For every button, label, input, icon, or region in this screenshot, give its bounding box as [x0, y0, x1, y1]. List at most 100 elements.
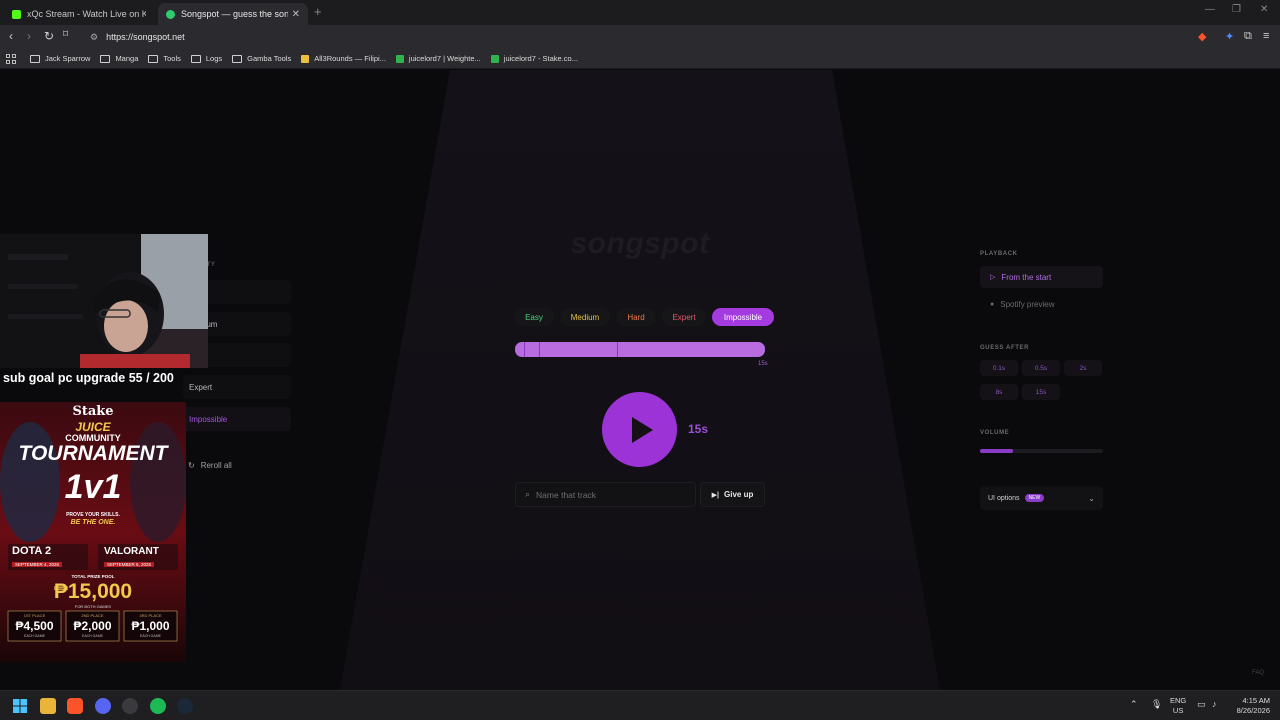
brave-browser-icon[interactable]: [67, 698, 83, 714]
address-bar-row: ‹ › ↻ ⌑ ⚙ https://songspot.net ◆ ✦ ⧉ ≡: [0, 25, 1280, 49]
leo-ai-icon[interactable]: ✦: [1225, 30, 1234, 43]
track-search-input[interactable]: ⌕ Name that track: [515, 482, 696, 507]
bookmark-label: Jack Sparrow: [45, 54, 91, 63]
volume-slider[interactable]: [980, 449, 1103, 453]
steam-icon[interactable]: [177, 698, 193, 714]
forward-icon[interactable]: ›: [27, 29, 31, 43]
snippet-progress-bar[interactable]: [515, 342, 765, 357]
chevron-up-icon[interactable]: ⌃: [1130, 699, 1138, 709]
file-explorer-icon[interactable]: [40, 698, 56, 714]
folder-icon: [100, 54, 111, 63]
folder-icon: [232, 54, 243, 63]
guess-after-option[interactable]: 2s: [1064, 360, 1102, 376]
guess-after-option[interactable]: 15s: [1022, 384, 1060, 400]
spotify-app-icon[interactable]: [150, 698, 166, 714]
prize-sub: EACH GAME: [139, 634, 161, 638]
reroll-icon: ↻: [188, 461, 195, 470]
bookmark-label: Tools: [163, 54, 181, 63]
bookmark-label: Manga: [115, 54, 139, 63]
bookmark-label: juicelord7 - Stake.co...: [503, 54, 578, 63]
playback-heading: PLAYBACK: [980, 251, 1018, 257]
clock[interactable]: 4:15 AM 8/26/2026: [1232, 696, 1270, 716]
difficulty-impossible[interactable]: Impossible: [712, 308, 774, 326]
promo-tagline2: BE THE ONE.: [70, 519, 116, 526]
close-window-icon[interactable]: ✕: [1260, 4, 1268, 15]
prize-place: 2ND PLACE: [81, 613, 104, 618]
bookmark-folder[interactable]: Logs: [190, 54, 223, 63]
bookmark-icon[interactable]: ⌑: [63, 29, 68, 40]
guess-after-option[interactable]: 8s: [980, 384, 1018, 400]
bookmark-link[interactable]: juicelord7 - Stake.co...: [490, 54, 578, 63]
search-icon: ⌕: [525, 489, 531, 499]
volume-fill: [980, 449, 1014, 453]
promo-date1: SEPTEMBER 4, 2026: [12, 562, 63, 567]
microphone-icon[interactable]: 🎙︎: [1151, 699, 1162, 709]
bookmark-folder[interactable]: Tools: [148, 54, 181, 63]
site-icon: [301, 54, 310, 63]
playback-from-start[interactable]: ▷ From the start: [980, 266, 1103, 288]
clock-date: 8/26/2026: [1236, 706, 1270, 715]
promo-game1: DOTA 2: [12, 545, 52, 557]
site-info-icon[interactable]: ⚙: [90, 32, 98, 43]
left-difficulty-impossible[interactable]: Impossible: [183, 407, 291, 431]
back-icon[interactable]: ‹: [9, 29, 13, 43]
bookmark-link[interactable]: juicelord7 | Weighte...: [395, 54, 481, 63]
start-button[interactable]: [12, 698, 28, 714]
maximize-icon[interactable]: ❐: [1232, 4, 1241, 15]
segment-marker: [524, 342, 525, 357]
left-difficulty-expert[interactable]: Expert: [183, 375, 291, 399]
tab-kick-stream[interactable]: xQc Stream - Watch Live on Kick: [4, 3, 154, 25]
clock-time: 4:15 AM: [1242, 696, 1270, 705]
prize-amount: ₱1,000: [131, 619, 170, 633]
reload-icon[interactable]: ↻: [44, 29, 54, 43]
guess-after-option[interactable]: 0.1s: [980, 360, 1018, 376]
folder-icon: [190, 54, 201, 63]
give-up-button[interactable]: ▶| Give up: [700, 482, 765, 507]
windows-taskbar: ⌃ 🎙︎ ENG US ▭ ♪ 4:15 AM 8/26/2026: [0, 690, 1280, 720]
menu-icon[interactable]: ≡: [1263, 30, 1269, 42]
close-tab-icon[interactable]: ✕: [292, 9, 300, 20]
segment-marker: [539, 342, 540, 357]
ui-options-dropdown[interactable]: UI options NEW ⌄: [980, 486, 1103, 510]
difficulty-medium[interactable]: Medium: [560, 308, 610, 326]
faq-link[interactable]: FAQ: [1252, 670, 1264, 676]
discord-icon[interactable]: [95, 698, 111, 714]
brave-shield-icon[interactable]: ◆: [1198, 30, 1206, 43]
bookmark-folder[interactable]: Manga: [100, 54, 138, 63]
new-tab-icon[interactable]: +: [314, 4, 322, 19]
prize-sub: EACH GAME: [23, 634, 45, 638]
playback-spotify-preview[interactable]: ● Spotify preview: [980, 293, 1103, 315]
reroll-all-button[interactable]: ↻ Reroll all: [188, 461, 232, 470]
volume-icon[interactable]: ♪: [1212, 699, 1217, 709]
bookmarks-bar: Jack Sparrow Manga Tools Logs Gamba Tool…: [0, 49, 1280, 69]
play-icon: [632, 416, 653, 443]
tournament-promo-banner: Stake JUICE COMMUNITY TOURNAMENT 1v1 PRO…: [0, 402, 186, 662]
network-icon[interactable]: ▭: [1197, 699, 1206, 709]
kick-icon: [12, 9, 21, 19]
extensions-icon[interactable]: ⧉: [1244, 30, 1252, 43]
tab-songspot[interactable]: Songspot — guess the song ✕: [158, 3, 308, 25]
prize-place: 1ST PLACE: [23, 613, 46, 618]
site-icon: [490, 54, 499, 63]
guess-after-option[interactable]: 0.5s: [1022, 360, 1060, 376]
bookmark-link[interactable]: All3Rounds — Filipi...: [301, 54, 386, 63]
promo-pool-label: TOTAL PRIZE POOL: [71, 574, 115, 579]
difficulty-hard[interactable]: Hard: [616, 308, 656, 326]
difficulty-easy[interactable]: Easy: [514, 308, 554, 326]
language-indicator[interactable]: ENG US: [1170, 696, 1186, 716]
bookmark-label: Logs: [205, 54, 223, 63]
settings-app-icon[interactable]: [122, 698, 138, 714]
apps-icon[interactable]: [6, 53, 16, 64]
bookmark-folder[interactable]: Gamba Tools: [232, 54, 291, 63]
webcam-feed-image: [0, 234, 208, 368]
playback-option-label: Spotify preview: [1000, 299, 1055, 309]
url-field[interactable]: ⚙ https://songspot.net: [84, 28, 1190, 46]
search-placeholder: Name that track: [536, 489, 597, 500]
folder-icon: [148, 54, 159, 63]
difficulty-expert[interactable]: Expert: [662, 308, 706, 326]
minimize-icon[interactable]: —: [1205, 4, 1215, 15]
prize-amount: ₱2,000: [73, 619, 112, 633]
site-icon: [395, 54, 404, 63]
bookmark-folder[interactable]: Jack Sparrow: [30, 54, 90, 63]
play-button[interactable]: [602, 392, 677, 467]
